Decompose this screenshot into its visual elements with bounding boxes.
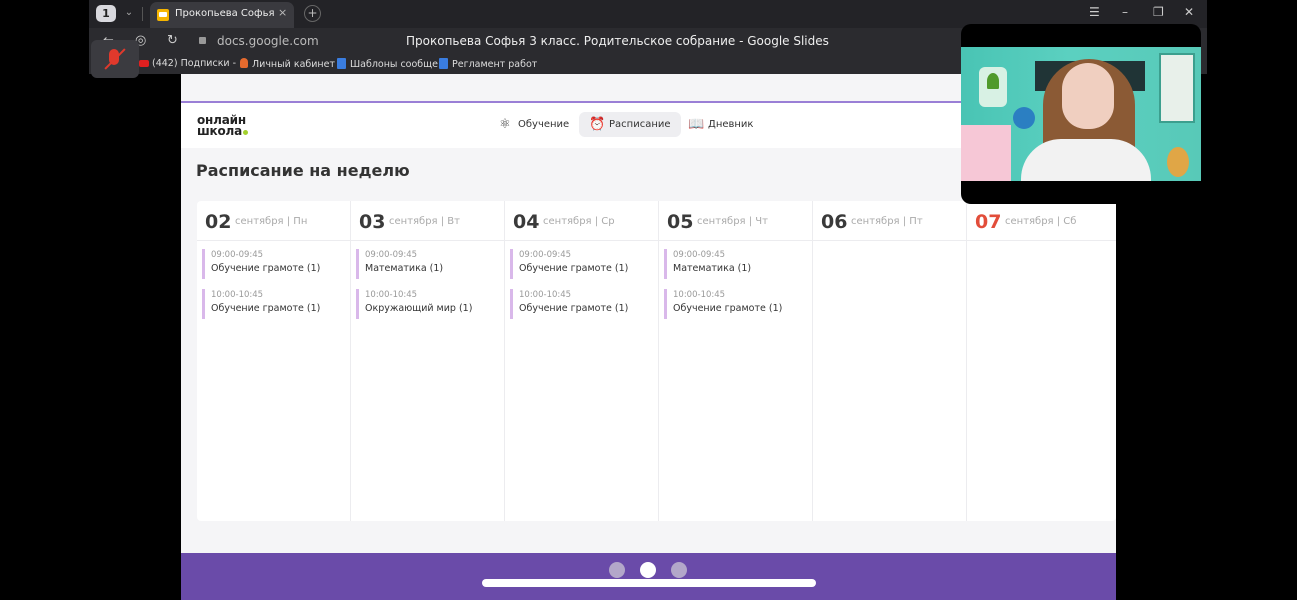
lesson-time: 09:00-09:45 <box>519 250 572 260</box>
guitar-icon <box>1167 147 1189 177</box>
lesson-name: Окружающий мир (1) <box>365 303 473 314</box>
lesson-item[interactable]: 09:00-09:45 Математика (1) <box>356 249 500 279</box>
lesson-name: Обучение грамоте (1) <box>211 263 321 274</box>
globe-icon <box>1013 107 1035 129</box>
day-meta: сентября | Пт <box>851 216 923 227</box>
page-dot[interactable] <box>671 562 687 578</box>
slides-icon <box>157 9 169 21</box>
atom-icon: ⚛ <box>499 117 511 132</box>
books <box>961 125 1011 181</box>
page-title: Расписание на неделю <box>196 161 410 180</box>
lock-icon <box>199 37 206 44</box>
day-header: 06 сентября | Пт <box>813 201 967 241</box>
lesson-item[interactable]: 10:00-10:45 Окружающий мир (1) <box>356 289 500 319</box>
nav-learning[interactable]: ⚛ Обучение <box>488 112 579 137</box>
bookmark-item[interactable]: Шаблоны сообще <box>337 58 438 70</box>
week-schedule-grid: 02 сентября | Пн 09:00-09:45 Обучение гр… <box>197 201 1116 521</box>
day-number: 04 <box>513 211 540 233</box>
tab-active[interactable]: Прокопьева Софья 3 кл × <box>150 2 294 28</box>
page-dot[interactable] <box>609 562 625 578</box>
day-meta: сентября | Ср <box>543 216 615 227</box>
lesson-item[interactable]: 09:00-09:45 Обучение грамоте (1) <box>510 249 654 279</box>
reload-icon[interactable]: ↻ <box>167 33 178 48</box>
day-header: 03 сентября | Вт <box>351 201 505 241</box>
day-column: 07 сентября | Сб <box>967 201 1116 521</box>
day-meta: сентября | Пн <box>235 216 308 227</box>
video-frame <box>961 47 1201 181</box>
doc-icon <box>337 58 346 69</box>
alarm-clock-icon: ⏰ <box>589 117 606 132</box>
lesson-time: 10:00-10:45 <box>673 290 726 300</box>
book-icon: 📖 <box>688 117 705 132</box>
person-icon <box>240 58 248 68</box>
chevron-down-icon[interactable]: ⌄ <box>121 4 137 22</box>
lesson-time: 09:00-09:45 <box>211 250 264 260</box>
close-icon[interactable]: × <box>278 6 287 19</box>
bookmark-item[interactable]: Личный кабинет <box>240 58 335 70</box>
tab-separator <box>142 7 143 21</box>
lesson-name: Обучение грамоте (1) <box>519 303 629 314</box>
doc-icon <box>439 58 448 69</box>
lesson-item[interactable]: 09:00-09:45 Обучение грамоте (1) <box>202 249 346 279</box>
url-field[interactable]: docs.google.com <box>217 34 319 48</box>
bookmark-item[interactable]: (442) Подписки - <box>139 58 236 69</box>
day-column: 06 сентября | Пт <box>813 201 967 521</box>
lesson-time: 09:00-09:45 <box>673 250 726 260</box>
lesson-time: 10:00-10:45 <box>211 290 264 300</box>
lesson-name: Обучение грамоте (1) <box>673 303 783 314</box>
day-column: 04 сентября | Ср 09:00-09:45 Обучение гр… <box>505 201 659 521</box>
wall-poster <box>1159 53 1195 123</box>
day-header: 05 сентября | Чт <box>659 201 813 241</box>
day-meta: сентября | Сб <box>1005 216 1077 227</box>
lesson-name: Математика (1) <box>365 263 444 274</box>
day-number: 06 <box>821 211 848 233</box>
day-number: 02 <box>205 211 232 233</box>
lesson-time: 10:00-10:45 <box>365 290 418 300</box>
logo[interactable]: онлайн школа <box>197 114 249 137</box>
day-header: 07 сентября | Сб <box>967 201 1116 241</box>
minimize-icon[interactable]: – <box>1122 5 1128 19</box>
restore-icon[interactable]: ❐ <box>1153 5 1164 19</box>
day-meta: сентября | Вт <box>389 216 460 227</box>
day-column: 05 сентября | Чт 09:00-09:45 Математика … <box>659 201 813 521</box>
lesson-item[interactable]: 10:00-10:45 Обучение грамоте (1) <box>664 289 808 319</box>
plant-poster <box>979 67 1007 107</box>
home-indicator[interactable] <box>482 579 816 587</box>
new-tab-button[interactable]: + <box>304 5 321 22</box>
lesson-item[interactable]: 10:00-10:45 Обучение грамоте (1) <box>510 289 654 319</box>
menu-icon[interactable]: ☰ <box>1089 5 1100 19</box>
day-number: 03 <box>359 211 386 233</box>
page-dot-active[interactable] <box>640 562 656 578</box>
lesson-time: 10:00-10:45 <box>519 290 572 300</box>
lesson-time: 09:00-09:45 <box>365 250 418 260</box>
person-face <box>1062 63 1114 129</box>
day-number: 07 <box>975 211 1002 233</box>
day-column: 03 сентября | Вт 09:00-09:45 Математика … <box>351 201 505 521</box>
nav-schedule[interactable]: ⏰ Расписание <box>579 112 681 137</box>
window-title: Прокопьева Софья 3 класс. Родительское с… <box>406 34 829 48</box>
day-header: 02 сентября | Пн <box>197 201 351 241</box>
logo-dot <box>243 130 249 135</box>
tab-count-badge[interactable]: 1 <box>96 5 116 22</box>
close-window-icon[interactable]: ✕ <box>1184 5 1194 19</box>
nav-diary[interactable]: 📖 Дневник <box>678 112 763 137</box>
lesson-name: Обучение грамоте (1) <box>211 303 321 314</box>
day-column: 02 сентября | Пн 09:00-09:45 Обучение гр… <box>197 201 351 521</box>
person-body <box>1021 139 1151 181</box>
microphone-muted-icon[interactable] <box>91 40 139 78</box>
day-header: 04 сентября | Ср <box>505 201 659 241</box>
lesson-name: Математика (1) <box>673 263 752 274</box>
lesson-name: Обучение грамоте (1) <box>519 263 629 274</box>
day-number: 05 <box>667 211 694 233</box>
day-meta: сентября | Чт <box>697 216 768 227</box>
tab-title: Прокопьева Софья 3 кл <box>175 8 275 19</box>
lesson-item[interactable]: 10:00-10:45 Обучение грамоте (1) <box>202 289 346 319</box>
participant-video[interactable] <box>961 24 1201 204</box>
lesson-item[interactable]: 09:00-09:45 Математика (1) <box>664 249 808 279</box>
youtube-icon <box>139 60 149 67</box>
bookmark-item[interactable]: Регламент работ <box>439 58 537 70</box>
